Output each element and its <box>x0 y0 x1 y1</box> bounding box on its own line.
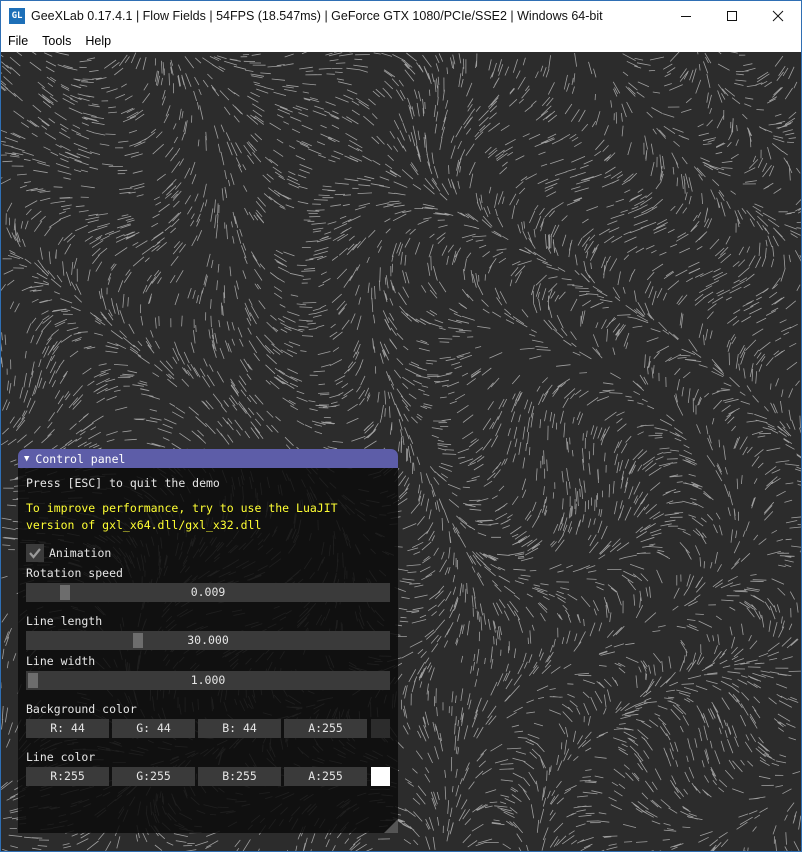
line-red-field[interactable]: R:255 <box>26 767 109 786</box>
line-width-value: 1.000 <box>190 673 226 687</box>
background-color-label: Background color <box>26 702 137 716</box>
bg-green-field[interactable]: G: 44 <box>112 719 195 738</box>
window-title: GeeXLab 0.17.4.1 | Flow Fields | 54FPS (… <box>31 9 603 23</box>
resize-grip-icon[interactable] <box>384 819 398 833</box>
minimize-button[interactable] <box>663 1 709 31</box>
app-window: GL GeeXLab 0.17.4.1 | Flow Fields | 54FP… <box>0 0 802 852</box>
line-blue-field[interactable]: B:255 <box>198 767 281 786</box>
line-length-label: Line length <box>26 614 103 628</box>
line-color-swatch[interactable] <box>371 767 390 786</box>
maximize-icon <box>727 11 737 21</box>
line-alpha-field[interactable]: A:255 <box>284 767 367 786</box>
animation-label: Animation <box>49 546 112 560</box>
line-green-field[interactable]: G:255 <box>112 767 195 786</box>
menu-file[interactable]: File <box>1 34 35 48</box>
bg-blue-field[interactable]: B: 44 <box>198 719 281 738</box>
rotation-speed-slider[interactable]: 0.009 <box>26 583 390 602</box>
close-icon <box>772 10 784 22</box>
performance-hint-line2: version of gxl_x64.dll/gxl_x32.dll <box>26 518 262 532</box>
bg-alpha-field[interactable]: A:255 <box>284 719 367 738</box>
bg-red-field[interactable]: R: 44 <box>26 719 109 738</box>
quit-hint-text: Press [ESC] to quit the demo <box>26 476 220 490</box>
bg-color-swatch[interactable] <box>371 719 390 738</box>
checkmark-icon <box>29 548 41 559</box>
close-button[interactable] <box>755 1 801 31</box>
line-length-value: 30.000 <box>187 633 229 647</box>
title-bar[interactable]: GL GeeXLab 0.17.4.1 | Flow Fields | 54FP… <box>1 1 801 31</box>
collapse-arrow-icon[interactable]: ▼ <box>24 454 29 464</box>
menu-tools[interactable]: Tools <box>35 34 78 48</box>
line-color-label: Line color <box>26 750 96 764</box>
control-panel-title: Control panel <box>35 451 126 466</box>
geexlab-app-icon: GL <box>9 8 25 24</box>
menu-help[interactable]: Help <box>78 34 118 48</box>
rotation-speed-label: Rotation speed <box>26 566 123 580</box>
rotation-speed-value: 0.009 <box>190 585 226 599</box>
animation-checkbox[interactable] <box>26 544 44 562</box>
line-length-slider[interactable]: 30.000 <box>26 631 390 650</box>
minimize-icon <box>681 16 691 17</box>
menu-bar: File Tools Help <box>1 31 801 51</box>
control-panel[interactable]: ▼ Control panel Press [ESC] to quit the … <box>18 449 398 833</box>
performance-hint-line1: To improve performance, try to use the L… <box>26 501 338 515</box>
line-width-label: Line width <box>26 654 96 668</box>
line-width-slider[interactable]: 1.000 <box>26 671 390 690</box>
maximize-button[interactable] <box>709 1 755 31</box>
control-panel-header[interactable]: ▼ Control panel <box>18 449 398 468</box>
